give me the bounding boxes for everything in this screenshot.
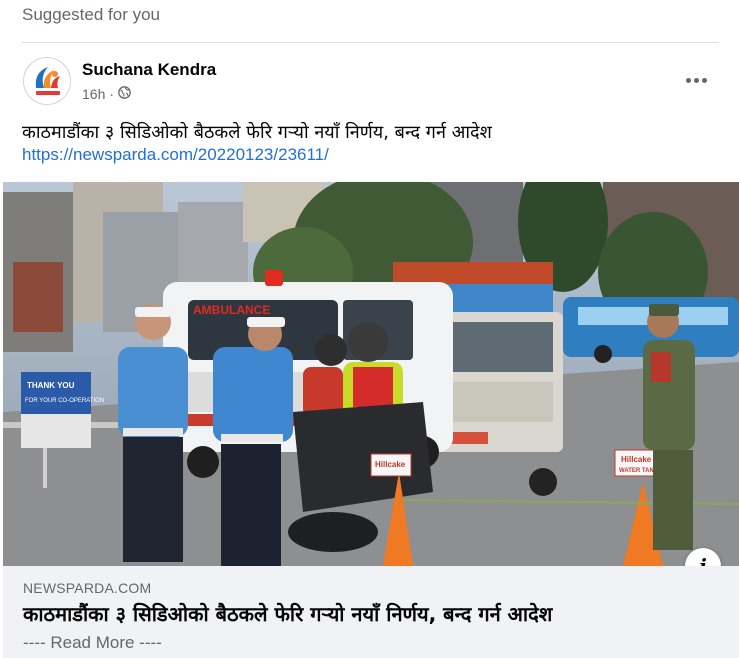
link-preview-description: ---- Read More ---- — [23, 633, 162, 652]
link-preview-card[interactable]: NEWSPARDA.COM काठमाडौंका ३ सिडिओको बैठकल… — [3, 566, 739, 658]
link-preview-domain: NEWSPARDA.COM — [23, 580, 152, 596]
section-divider — [22, 42, 719, 43]
more-dot-icon — [701, 77, 707, 83]
more-dot-icon — [693, 77, 699, 83]
post-text: काठमाडौंका ३ सिडिओको बैठकले फेरि गर्‍यो … — [22, 122, 492, 143]
more-dot-icon — [685, 77, 691, 83]
sign-line-2: FOR YOUR CO-OPERATION — [25, 398, 104, 404]
suggested-for-you-label: Suggested for you — [22, 5, 160, 24]
checkpoint-scene-illustration: AMBULANCE THANK YOU FOR YOUR CO-OPERATIO… — [3, 182, 739, 566]
post-meta: 16h · — [82, 86, 131, 102]
post-options-button[interactable] — [680, 66, 712, 94]
suchana-kendra-logo — [26, 60, 70, 104]
globe-icon — [118, 86, 131, 102]
author-name-link[interactable]: Suchana Kendra — [82, 60, 216, 80]
meta-separator: · — [109, 86, 115, 102]
cone-brand-text-2: Hillcake — [621, 455, 652, 464]
cone-brand-text: Hillcake — [375, 460, 406, 469]
post-photo[interactable]: AMBULANCE THANK YOU FOR YOUR CO-OPERATIO… — [3, 182, 739, 566]
page-avatar[interactable] — [23, 57, 71, 105]
cone-sub-text: WATER TANK — [619, 468, 659, 474]
ambulance-text: AMBULANCE — [193, 303, 270, 317]
sign-line-1: THANK YOU — [27, 381, 75, 390]
post-url-link[interactable]: https://newsparda.com/20220123/23611/ — [22, 145, 329, 165]
link-preview-title: काठमाडौंका ३ सिडिओको बैठकले फेरि गर्‍यो … — [23, 602, 553, 626]
post-timestamp[interactable]: 16h — [82, 86, 105, 102]
